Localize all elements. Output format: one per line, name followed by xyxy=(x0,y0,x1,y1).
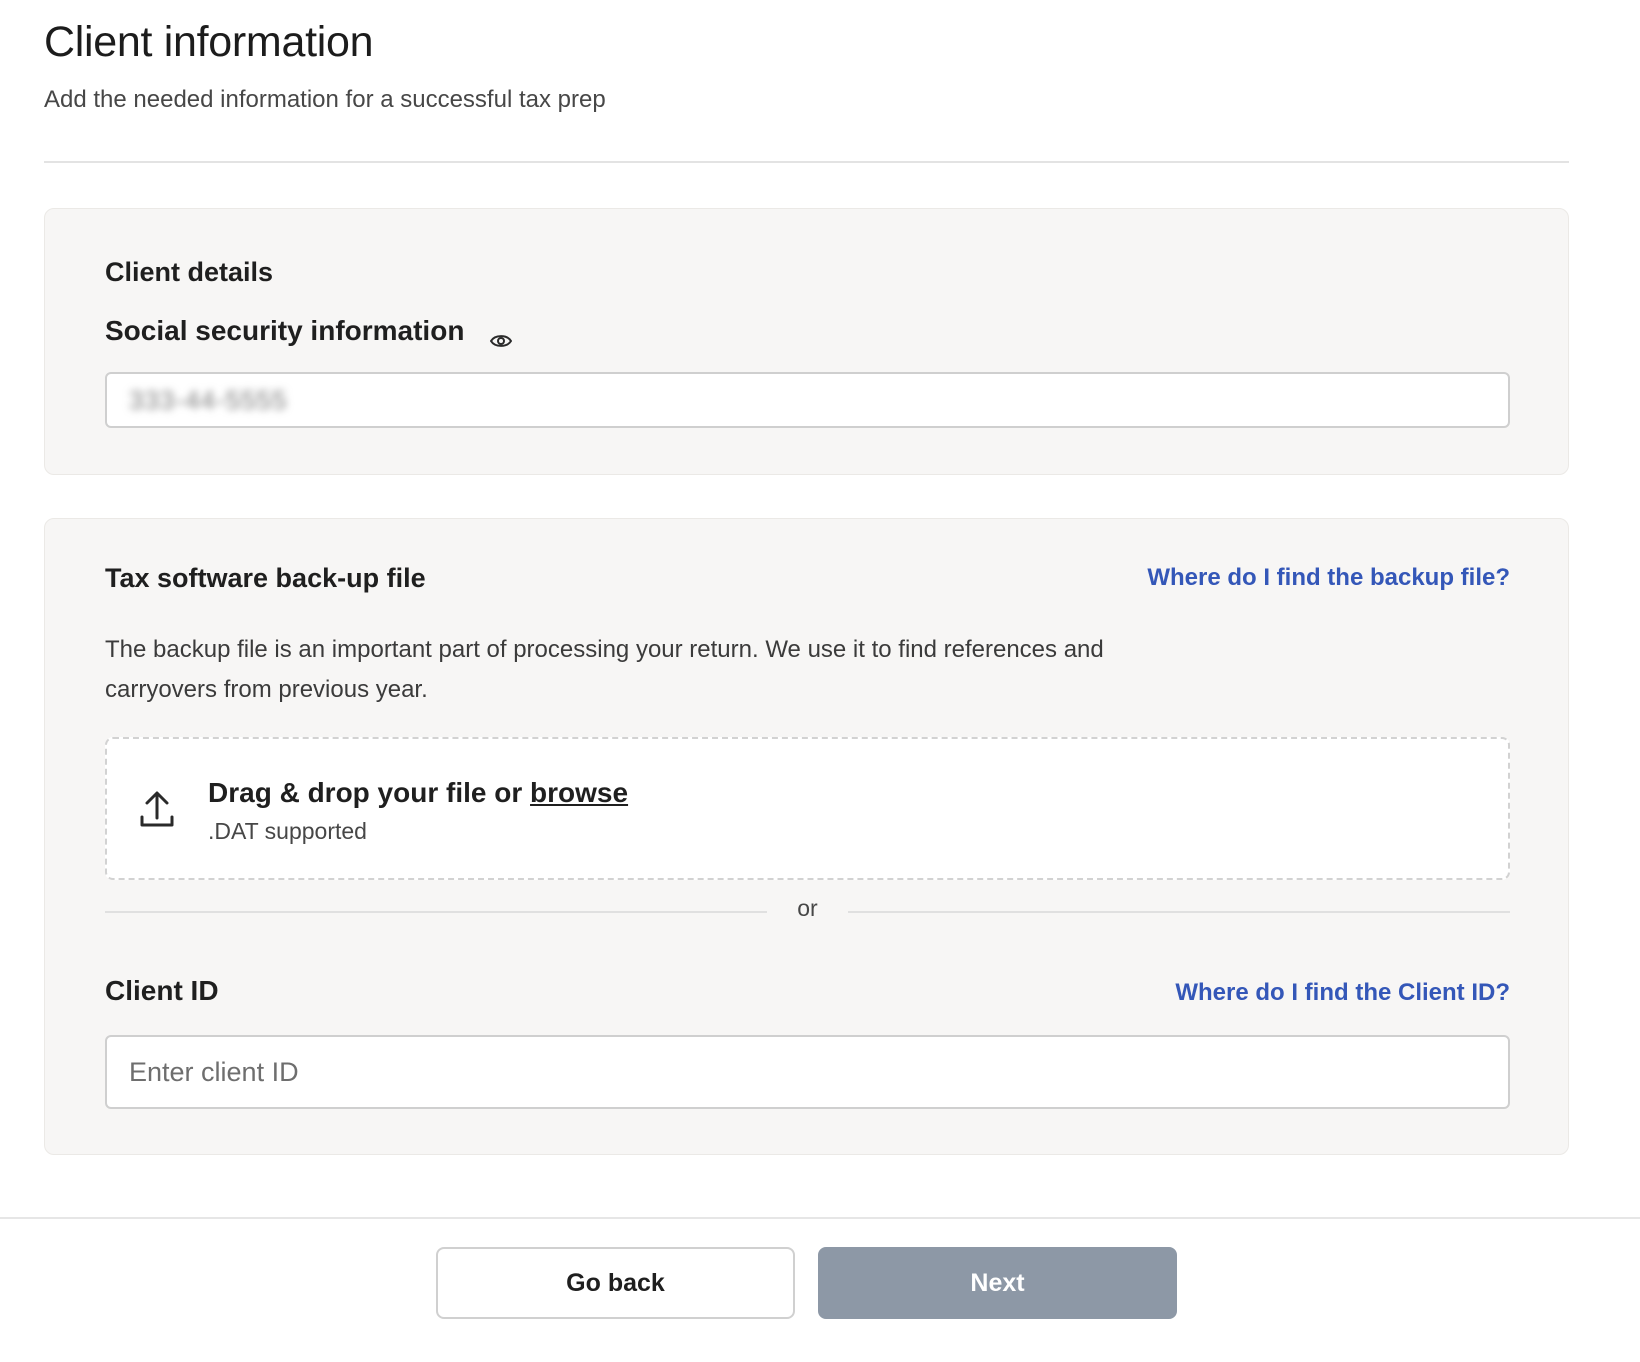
dropzone-instruction: Drag & drop your file or xyxy=(208,777,531,808)
supported-formats: .DAT supported xyxy=(208,818,367,844)
go-back-button[interactable]: Go back xyxy=(436,1247,795,1319)
file-dropzone[interactable]: Drag & drop your file or browse .DAT sup… xyxy=(105,737,1510,880)
client-id-help-link[interactable]: Where do I find the Client ID? xyxy=(1175,979,1510,1007)
client-id-input[interactable] xyxy=(105,1035,1510,1109)
page-title: Client information xyxy=(44,18,374,66)
footer-divider xyxy=(0,1217,1640,1219)
client-id-label: Client ID xyxy=(105,975,219,1006)
backup-section-title: Tax software back-up file xyxy=(105,563,426,593)
separator-line-left xyxy=(105,911,767,913)
eye-icon[interactable] xyxy=(489,329,513,353)
backup-file-card: Tax software back-up file Where do I fin… xyxy=(44,518,1569,1155)
ssn-label: Social security information xyxy=(105,315,465,346)
separator-line-right xyxy=(848,911,1510,913)
upload-icon xyxy=(139,789,175,829)
dropzone-main-text: Drag & drop your file or browse xyxy=(208,777,628,809)
backup-help-link[interactable]: Where do I find the backup file? xyxy=(1147,564,1510,592)
client-information-page: Client information Add the needed inform… xyxy=(0,0,1640,1362)
backup-description: The backup file is an important part of … xyxy=(105,636,1104,703)
or-text: or xyxy=(797,895,818,921)
browse-link[interactable]: browse xyxy=(530,777,628,808)
next-button[interactable]: Next xyxy=(818,1247,1177,1319)
ssn-input[interactable] xyxy=(105,372,1510,428)
header-divider xyxy=(44,161,1569,163)
client-details-card: Client details Social security informati… xyxy=(44,208,1569,475)
client-details-title: Client details xyxy=(105,257,274,287)
page-subtitle: Add the needed information for a success… xyxy=(44,86,606,113)
or-separator: or xyxy=(105,895,1510,929)
